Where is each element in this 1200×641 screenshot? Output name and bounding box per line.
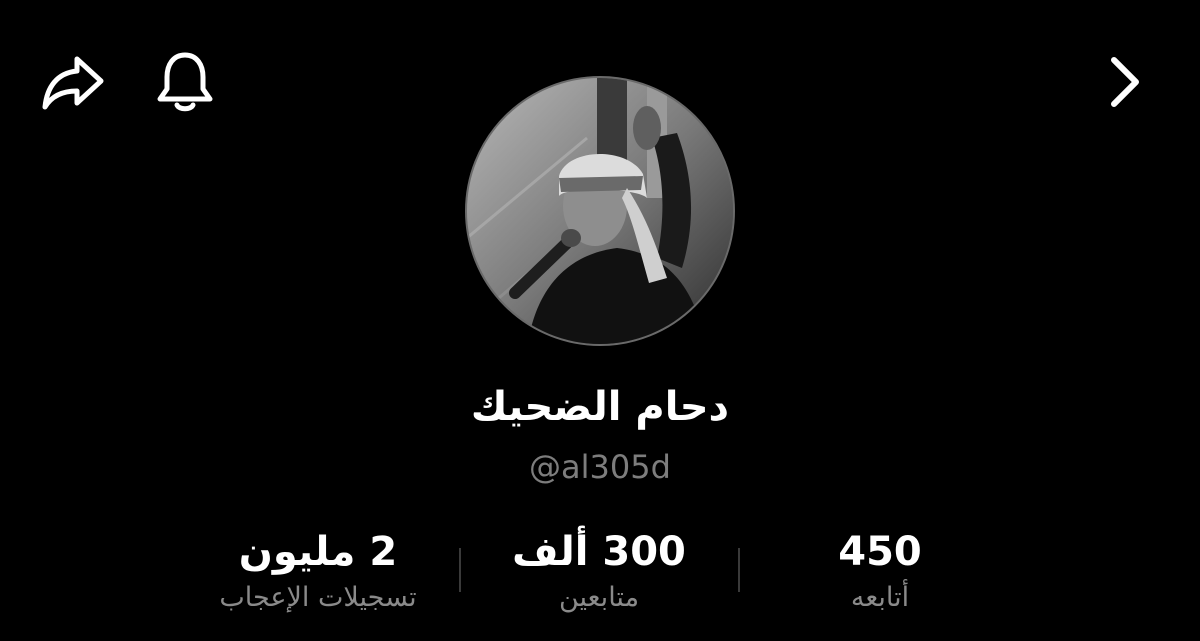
username: @al305d [529,448,671,486]
likes-stat[interactable]: 2 مليون تسجيلات الإعجاب [178,528,458,616]
followers-stat[interactable]: 300 ألف متابعين [459,528,739,616]
stats-divider [738,548,740,592]
share-arrow-icon [42,56,104,110]
bell-icon [157,52,213,112]
likes-label: تسجيلات الإعجاب [219,582,417,613]
following-count: 450 [838,529,922,575]
display-name: دحام الضحيك [470,384,730,430]
forward-button[interactable] [1098,52,1150,112]
profile-stats: 450 أتابعه 300 ألف متابعين 2 مليون تسجيل… [0,528,1200,638]
avatar-portrait-image [467,78,733,344]
followers-label: متابعين [558,582,640,613]
following-label: أتابعه [850,582,910,613]
stats-divider [459,548,461,592]
chevron-right-icon [1111,57,1139,107]
notifications-button[interactable] [152,46,218,118]
profile-avatar[interactable] [465,76,735,346]
likes-count: 2 مليون [238,529,398,575]
following-stat[interactable]: 450 أتابعه [740,528,1020,616]
share-button[interactable] [36,50,110,116]
profile-screen: دحام الضحيك @al305d 450 أتابعه 300 ألف م… [0,0,1200,641]
followers-count: 300 ألف [512,529,686,575]
